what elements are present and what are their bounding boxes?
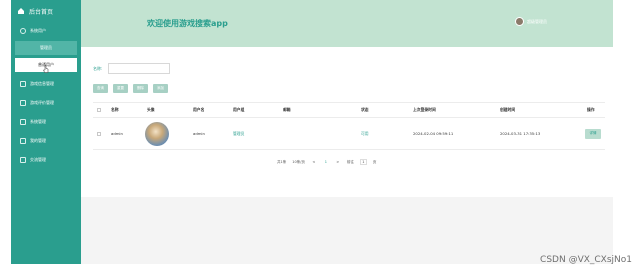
pagination: 共1条 10条/页 < 1 > 前往 1 页 xyxy=(277,159,376,165)
pager-page-1[interactable]: 1 xyxy=(323,159,329,165)
query-button[interactable]: 查询 xyxy=(93,84,108,93)
sidebar-item-system-manage[interactable]: 系统管理 xyxy=(11,113,81,130)
col-header-created[interactable]: 创建时间 xyxy=(500,103,515,117)
sidebar: 后台首页 系统用户 管理员 普通用户 游戏信息管理 游戏评价管理 系统管理 我的… xyxy=(11,0,81,264)
pager-next-button[interactable]: > xyxy=(335,159,341,165)
document-icon xyxy=(20,99,26,106)
page-title: 欢迎使用游戏搜索app xyxy=(147,19,228,28)
sidebar-item-my-manage[interactable]: 我的管理 xyxy=(11,132,81,149)
top-header: 欢迎使用游戏搜索app 超级管理员 xyxy=(81,0,613,47)
col-header-username[interactable]: 用户名 xyxy=(193,103,204,117)
main-content: 名称: 查询 重置 删除 添加 名称 头像 用户名 用户组 邮箱 状态 上次登录… xyxy=(81,47,613,197)
select-all-checkbox[interactable] xyxy=(97,103,101,117)
add-button[interactable]: 添加 xyxy=(153,84,168,93)
sidebar-item-label: 游戏信息管理 xyxy=(30,80,54,86)
sidebar-home[interactable]: 后台首页 xyxy=(11,0,81,22)
delete-button[interactable]: 删除 xyxy=(133,84,148,93)
app-frame: 后台首页 系统用户 管理员 普通用户 游戏信息管理 游戏评价管理 系统管理 我的… xyxy=(0,0,638,271)
sidebar-sub-regular-users[interactable]: 普通用户 xyxy=(15,58,77,73)
document-icon xyxy=(20,137,26,144)
sidebar-sub-admin[interactable]: 管理员 xyxy=(15,41,77,55)
sidebar-item-communication[interactable]: 交流管理 xyxy=(11,151,81,168)
document-icon xyxy=(20,118,26,125)
users-table: 名称 头像 用户名 用户组 邮箱 状态 上次登录时间 创建时间 操作 admin… xyxy=(93,102,605,150)
search-bar: 名称: xyxy=(93,63,171,74)
cell-action: 详情 xyxy=(585,118,601,149)
table-row: admin admin 管理员 可用 2024-02-04 09:59:11 2… xyxy=(93,118,605,150)
sidebar-item-game-info[interactable]: 游戏信息管理 xyxy=(11,75,81,92)
toolbar: 查询 重置 删除 添加 xyxy=(93,84,168,93)
col-header-name[interactable]: 名称 xyxy=(111,103,119,117)
detail-button[interactable]: 详情 xyxy=(585,128,601,139)
search-input[interactable] xyxy=(108,63,171,74)
row-checkbox[interactable] xyxy=(97,118,101,149)
col-header-status[interactable]: 状态 xyxy=(361,103,369,117)
pager-total: 共1条 xyxy=(277,159,287,164)
pager-page-unit: 页 xyxy=(372,159,377,164)
header-username[interactable]: 超级管理员 xyxy=(527,19,547,25)
sidebar-item-label: 游戏评价管理 xyxy=(30,99,54,105)
content-footer-area xyxy=(81,197,613,264)
sidebar-item-game-reviews[interactable]: 游戏评价管理 xyxy=(11,94,81,111)
sidebar-item-label: 系统用户 xyxy=(30,27,46,33)
sidebar-sub-label: 管理员 xyxy=(40,45,52,50)
sidebar-item-label: 系统管理 xyxy=(30,118,46,124)
col-header-group[interactable]: 用户组 xyxy=(233,103,244,117)
col-header-action: 操作 xyxy=(587,107,595,112)
user-group-icon xyxy=(20,27,26,34)
pager-goto-label: 前往 xyxy=(346,159,354,164)
pager-goto-input[interactable]: 1 xyxy=(359,159,367,165)
col-header-last-login[interactable]: 上次登录时间 xyxy=(413,103,436,117)
sidebar-item-label: 我的管理 xyxy=(30,137,46,143)
cell-avatar xyxy=(145,118,169,149)
home-icon xyxy=(17,7,25,15)
sidebar-item-system-users[interactable]: 系统用户 xyxy=(11,22,81,39)
cell-created: 2024-03-31 17:35:13 xyxy=(500,131,541,136)
reset-button[interactable]: 重置 xyxy=(113,84,128,93)
pager-page-size[interactable]: 10条/页 xyxy=(292,160,305,165)
avatar-image xyxy=(145,121,169,146)
sidebar-title: 后台首页 xyxy=(29,8,54,16)
search-label: 名称: xyxy=(93,65,103,71)
table-header: 名称 头像 用户名 用户组 邮箱 状态 上次登录时间 创建时间 操作 xyxy=(93,102,605,118)
watermark: CSDN @VX_CXsjNo1 xyxy=(540,255,632,265)
sidebar-item-label: 交流管理 xyxy=(30,156,46,162)
col-header-avatar: 头像 xyxy=(147,107,155,112)
cell-name: admin xyxy=(111,131,123,136)
hand-cursor-icon xyxy=(43,65,49,73)
col-header-email[interactable]: 邮箱 xyxy=(283,103,291,117)
document-icon xyxy=(20,156,26,163)
cell-status: 可用 xyxy=(361,130,369,136)
pager-prev-button[interactable]: < xyxy=(311,159,317,165)
cell-username: admin xyxy=(193,131,205,136)
cell-group: 管理员 xyxy=(233,130,245,136)
document-icon xyxy=(20,80,26,87)
avatar[interactable] xyxy=(515,17,524,26)
cell-last-login: 2024-02-04 09:59:11 xyxy=(413,131,454,136)
